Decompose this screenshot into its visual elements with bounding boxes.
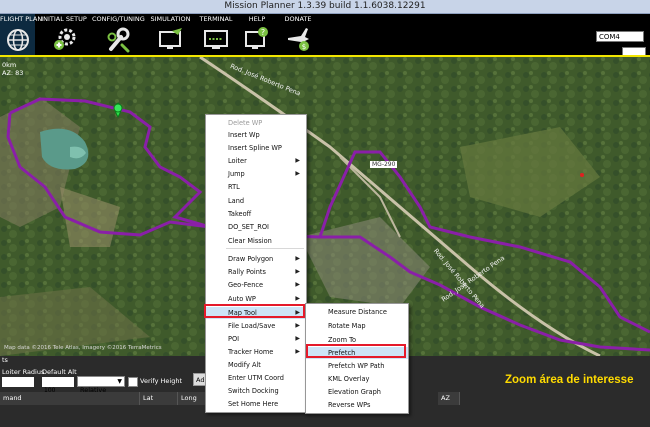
submenu-arrow-icon: ▶ <box>295 268 300 275</box>
menu-separator <box>226 248 304 249</box>
nav-label: CONFIG/TUNING <box>92 15 145 23</box>
nav-donate[interactable]: DONATE $ <box>280 14 316 56</box>
nav-terminal[interactable]: TERMINAL <box>196 14 236 56</box>
map-tool-submenu: Measure Distance Rotate Map Zoom To Pref… <box>305 303 409 414</box>
submenu-arrow-icon: ▶ <box>295 309 300 316</box>
map-scale-label: 0km <box>2 61 17 69</box>
menu-item-insert-spline-wp[interactable]: Insert Spline WP <box>206 142 306 154</box>
menu-item-draw-polygon[interactable]: Draw Polygon ▶ <box>206 253 306 265</box>
submenu-item-rotate-map[interactable]: Rotate Map <box>306 320 408 332</box>
submenu-arrow-icon: ▶ <box>295 170 300 177</box>
submenu-item-kml-overlay[interactable]: KML Overlay <box>306 373 408 385</box>
chevron-down-icon: ▼ <box>117 378 122 385</box>
menu-item-label: Loiter <box>228 157 247 165</box>
nav-simulation[interactable]: SIMULATION <box>148 14 193 56</box>
loiter-radius-label: Loiter Radius <box>2 368 45 376</box>
menu-item-rally-points[interactable]: Rally Points ▶ <box>206 266 306 278</box>
menu-item-map-tool[interactable]: Map Tool ▶ <box>206 307 306 319</box>
nav-label: SIMULATION <box>150 15 191 23</box>
menu-item-do-set-roi[interactable]: DO_SET_ROI <box>206 221 306 233</box>
verify-height-checkbox[interactable] <box>128 377 138 387</box>
menu-item-rtl[interactable]: RTL <box>206 181 306 193</box>
default-alt-field[interactable]: 100 <box>42 377 74 394</box>
svg-text:$: $ <box>302 43 306 51</box>
nav-label: TERMINAL <box>199 15 233 23</box>
annotation-outline-top <box>0 55 650 57</box>
menu-item-label: Auto WP <box>228 295 256 303</box>
gears-icon <box>54 28 76 50</box>
menu-item-geo-fence[interactable]: Geo-Fence ▶ <box>206 279 306 291</box>
submenu-item-reverse-wps[interactable]: Reverse WPs <box>306 399 408 411</box>
menu-item-insert-wp[interactable]: Insert Wp <box>206 129 306 141</box>
menu-item-jump[interactable]: Jump ▶ <box>206 168 306 180</box>
monitor-plane-icon <box>158 28 182 49</box>
verify-height-label: Verify Height <box>140 377 182 385</box>
menu-item-modify-alt[interactable]: Modify Alt <box>206 359 306 371</box>
terminal-icon <box>204 30 228 49</box>
window-title: Mission Planner 1.3.39 build 1.1.6038.12… <box>224 1 426 11</box>
menu-item-tracker-home[interactable]: Tracker Home ▶ <box>206 346 306 358</box>
menu-item-label: Draw Polygon <box>228 255 274 263</box>
submenu-arrow-icon: ▶ <box>295 335 300 342</box>
zoom-annotation-text: Zoom área de interesse <box>505 374 634 386</box>
altitude-mode-select[interactable]: Relative ▼ <box>77 376 125 394</box>
submenu-item-prefetch[interactable]: Prefetch <box>306 347 408 359</box>
submenu-arrow-icon: ▶ <box>295 255 300 262</box>
submenu-arrow-icon: ▶ <box>295 157 300 164</box>
submenu-arrow-icon: ▶ <box>295 281 300 288</box>
help-monitor-icon: ? <box>245 27 268 49</box>
nav-initial-setup[interactable]: INITIAL SETUP <box>40 14 88 56</box>
wrench-icon <box>107 27 130 53</box>
submenu-item-prefetch-wp-path[interactable]: Prefetch WP Path <box>306 360 408 372</box>
nav-flight-plan[interactable]: FLIGHT PLAN <box>0 14 43 56</box>
submenu-arrow-icon: ▶ <box>295 295 300 302</box>
column-header-command[interactable]: mand <box>0 392 140 405</box>
menu-item-land[interactable]: Land <box>206 195 306 207</box>
menu-item-file-load-save[interactable]: File Load/Save ▶ <box>206 320 306 332</box>
menu-item-label: Geo-Fence <box>228 281 264 289</box>
menu-item-delete-wp[interactable]: Delete WP <box>206 117 306 129</box>
submenu-arrow-icon: ▶ <box>295 348 300 355</box>
menu-item-switch-docking[interactable]: Switch Docking <box>206 385 306 397</box>
menu-item-label: File Load/Save <box>228 322 276 330</box>
title-bar: Mission Planner 1.3.39 build 1.1.6038.12… <box>0 0 650 14</box>
nav-label: INITIAL SETUP <box>41 15 87 23</box>
submenu-item-measure-distance[interactable]: Measure Distance <box>306 306 408 318</box>
plane-dollar-icon: $ <box>288 28 309 51</box>
highway-badge: MG-290 <box>370 161 398 168</box>
panel-section-label: ts <box>2 356 8 364</box>
column-header-az[interactable]: AZ <box>438 392 460 405</box>
menu-item-poi[interactable]: POI ▶ <box>206 333 306 345</box>
loiter-radius-field[interactable] <box>2 377 34 387</box>
menu-item-enter-utm-coord[interactable]: Enter UTM Coord <box>206 372 306 384</box>
nav-label: DONATE <box>284 15 312 23</box>
nav-label: HELP <box>248 15 266 23</box>
column-header-long[interactable]: Long <box>178 392 206 405</box>
column-header-lat[interactable]: Lat <box>140 392 178 405</box>
menu-item-label: POI <box>228 335 240 343</box>
main-toolbar: FLIGHT PLAN INITIAL SETUP CONFIG/TUNING … <box>0 14 650 58</box>
map-context-menu: Delete WP Insert Wp Insert Spline WP Loi… <box>205 114 307 413</box>
map-azimuth-label: AZ: 83 <box>2 69 24 77</box>
submenu-item-elevation-graph[interactable]: Elevation Graph <box>306 386 408 398</box>
nav-help[interactable]: HELP ? <box>242 14 272 56</box>
menu-item-label: Map Tool <box>228 309 257 317</box>
menu-item-clear-mission[interactable]: Clear Mission <box>206 235 306 247</box>
submenu-arrow-icon: ▶ <box>295 322 300 329</box>
menu-item-label: Jump <box>228 170 245 178</box>
map-attribution: Map data ©2016 Tele Atlas, Imagery ©2016… <box>4 345 162 351</box>
nav-config-tuning[interactable]: CONFIG/TUNING <box>92 14 145 56</box>
menu-item-label: Rally Points <box>228 268 266 276</box>
com-port-select[interactable]: COM4 <box>596 31 644 42</box>
menu-item-takeoff[interactable]: Takeoff <box>206 208 306 220</box>
svg-text:?: ? <box>261 28 265 37</box>
menu-item-set-home-here[interactable]: Set Home Here <box>206 398 306 410</box>
submenu-item-zoom-to[interactable]: Zoom To <box>306 334 408 346</box>
menu-item-auto-wp[interactable]: Auto WP ▶ <box>206 293 306 305</box>
menu-item-loiter[interactable]: Loiter ▶ <box>206 155 306 167</box>
default-alt-label: Default Alt <box>42 368 77 376</box>
menu-item-label: Tracker Home <box>228 348 274 356</box>
nav-label: FLIGHT PLAN <box>0 15 43 23</box>
globe-icon <box>6 29 29 51</box>
